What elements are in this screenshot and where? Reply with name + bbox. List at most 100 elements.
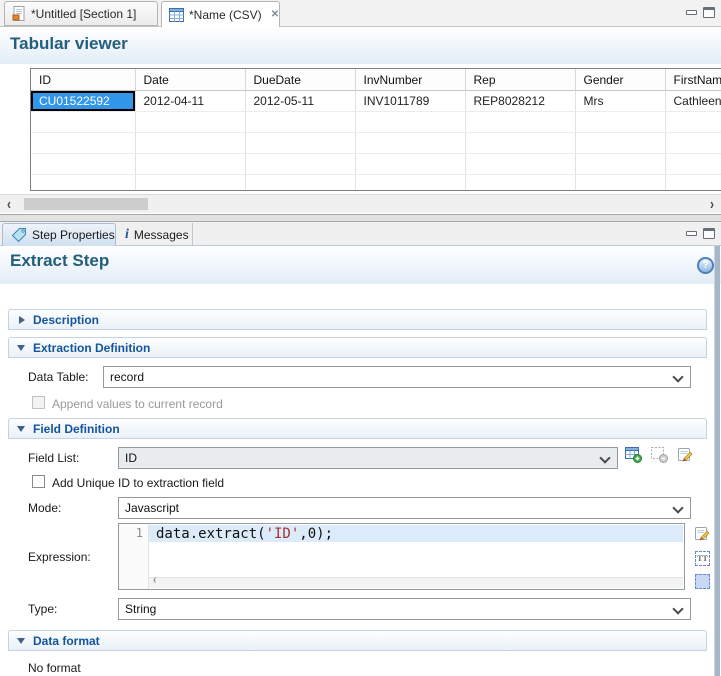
minimize-icon[interactable] xyxy=(686,10,697,15)
tab-label: *Untitled [Section 1] xyxy=(31,7,136,21)
cell-invnumber[interactable]: INV1011789 xyxy=(355,91,465,112)
expression-scrollbar[interactable]: ‹ xyxy=(149,577,683,588)
column-header-id[interactable]: ID xyxy=(31,69,135,91)
selected-cell-id[interactable]: CU01522592 xyxy=(31,91,135,112)
horizontal-scrollbar[interactable]: ‹ › xyxy=(0,194,721,213)
close-icon[interactable]: ✕ xyxy=(271,9,279,20)
scrollbar-thumb[interactable] xyxy=(24,198,148,210)
field-list-select[interactable]: ID xyxy=(118,447,618,469)
tab-name-csv[interactable]: *Name (CSV) ✕ xyxy=(161,1,280,27)
tab-label: Messages xyxy=(134,228,189,242)
minimize-icon[interactable] xyxy=(686,231,697,236)
cell-firstname[interactable]: Cathleen xyxy=(665,91,721,112)
section-data-format[interactable]: Data format xyxy=(8,630,707,651)
cell-date[interactable]: 2012-04-11 xyxy=(135,91,245,112)
scroll-left-icon[interactable]: ‹ xyxy=(7,194,11,215)
edit-field-button[interactable] xyxy=(677,446,695,463)
field-list-value: ID xyxy=(125,451,137,465)
help-icon[interactable]: ? xyxy=(697,257,714,274)
field-list-label: Field List: xyxy=(28,451,79,465)
section-title: Extraction Definition xyxy=(33,341,150,355)
text-wizard-button[interactable]: TT xyxy=(695,551,710,566)
tab-untitled-section[interactable]: *Untitled [Section 1] xyxy=(4,1,158,26)
column-header-gender[interactable]: Gender xyxy=(575,69,665,91)
column-header-date[interactable]: Date xyxy=(135,69,245,91)
cell-rep[interactable]: REP8028212 xyxy=(465,91,575,112)
section-title: Description xyxy=(33,313,99,327)
table-row-empty xyxy=(31,112,721,133)
tabular-viewer-title: Tabular viewer xyxy=(10,34,128,54)
type-label: Type: xyxy=(28,602,57,616)
chevron-down-icon xyxy=(672,371,683,382)
unique-id-label: Add Unique ID to extraction field xyxy=(52,476,224,490)
column-header-duedate[interactable]: DueDate xyxy=(245,69,355,91)
data-table-label: Data Table: xyxy=(28,370,89,384)
document-icon xyxy=(12,6,26,21)
scroll-right-icon[interactable]: › xyxy=(710,194,714,215)
edit-expression-icon xyxy=(694,525,711,542)
tabular-viewer-header: Tabular viewer xyxy=(0,27,721,64)
tab-step-properties[interactable]: Step Properties xyxy=(2,223,116,246)
datamapper-window: *Untitled [Section 1] *Name (CSV) ✕ xyxy=(0,0,721,676)
info-icon: i xyxy=(125,227,129,243)
extract-step-header: Extract Step ? xyxy=(0,246,721,284)
chevron-down-icon xyxy=(17,345,25,351)
table-row: CU01522592 2012-04-11 2012-05-11 INV1011… xyxy=(31,91,721,112)
code-string-literal: 'ID' xyxy=(266,526,300,542)
type-select[interactable]: String xyxy=(118,598,691,620)
section-extraction-definition[interactable]: Extraction Definition xyxy=(8,337,707,358)
table-header-row: ID Date DueDate InvNumber Rep Gender Fir… xyxy=(31,69,721,91)
extract-step-content: Extract Step ? Description Extraction De… xyxy=(0,246,721,676)
table-row-empty xyxy=(31,175,721,192)
selection-box-button[interactable] xyxy=(695,574,710,589)
code-text: ,0); xyxy=(299,526,333,542)
cell-gender[interactable]: Mrs xyxy=(575,91,665,112)
maximize-icon[interactable] xyxy=(703,228,715,239)
mode-label: Mode: xyxy=(28,501,61,515)
maximize-icon[interactable] xyxy=(703,7,715,18)
column-header-firstname[interactable]: FirstName xyxy=(665,69,721,91)
no-format-text: No format xyxy=(28,661,81,675)
step-properties-panel: Step Properties i Messages Extract Step … xyxy=(0,221,721,676)
panel-tab-bar: Step Properties i Messages xyxy=(0,222,721,246)
line-number: 1 xyxy=(136,526,143,540)
append-values-checkbox xyxy=(32,396,45,409)
expression-code[interactable]: data.extract('ID',0); xyxy=(156,526,333,542)
section-field-definition[interactable]: Field Definition xyxy=(8,418,707,439)
text-wizard-icon: TT xyxy=(697,554,708,563)
data-table-value: record xyxy=(110,370,144,384)
mode-select[interactable]: Javascript xyxy=(118,497,691,519)
tab-messages[interactable]: i Messages xyxy=(117,223,193,246)
line-number-gutter: 1 xyxy=(119,524,149,589)
tab-label: *Name (CSV) xyxy=(189,8,262,22)
chevron-down-icon xyxy=(17,426,25,432)
type-value: String xyxy=(125,602,156,616)
chevron-down-icon xyxy=(672,502,683,513)
add-field-icon xyxy=(625,447,642,463)
unique-id-checkbox[interactable] xyxy=(32,475,45,488)
editor-tab-bar: *Untitled [Section 1] *Name (CSV) ✕ xyxy=(0,0,721,27)
scroll-left-icon[interactable]: ‹ xyxy=(153,574,156,587)
expression-label: Expression: xyxy=(28,550,91,564)
data-table-select[interactable]: record xyxy=(103,366,691,388)
column-header-rep[interactable]: Rep xyxy=(465,69,575,91)
vertical-scrollbar[interactable] xyxy=(714,246,720,676)
section-description[interactable]: Description xyxy=(8,309,707,330)
remove-field-button xyxy=(651,447,669,464)
expression-editor[interactable]: 1 data.extract('ID',0); ‹ xyxy=(118,523,685,590)
chevron-down-icon xyxy=(17,638,25,644)
remove-field-icon xyxy=(651,447,668,463)
section-title: Field Definition xyxy=(33,422,120,436)
data-table: ID Date DueDate InvNumber Rep Gender Fir… xyxy=(30,68,721,191)
chevron-right-icon xyxy=(19,316,25,324)
chevron-down-icon xyxy=(599,452,610,463)
editor-area: *Untitled [Section 1] *Name (CSV) ✕ xyxy=(0,0,721,215)
extract-step-title: Extract Step xyxy=(10,251,109,271)
cell-duedate[interactable]: 2012-05-11 xyxy=(245,91,355,112)
add-field-button[interactable] xyxy=(625,447,643,464)
edit-field-icon xyxy=(677,446,694,463)
tag-icon xyxy=(11,227,27,243)
code-text: data.extract( xyxy=(156,526,266,542)
edit-expression-button[interactable] xyxy=(694,525,712,542)
column-header-invnumber[interactable]: InvNumber xyxy=(355,69,465,91)
